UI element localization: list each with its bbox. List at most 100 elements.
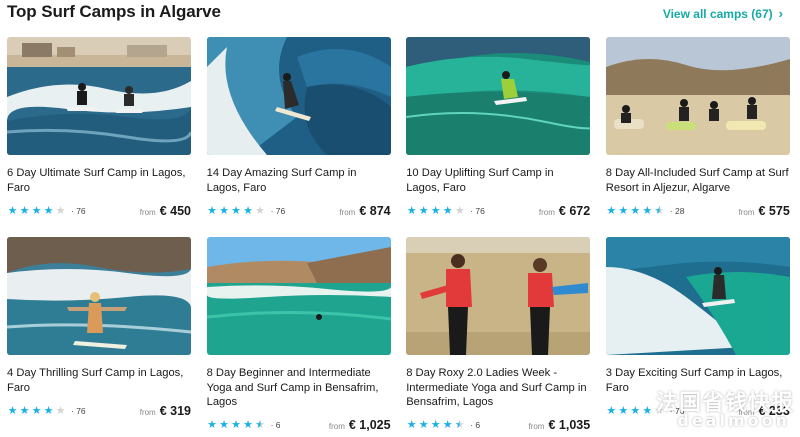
price: € 672 [558,204,591,218]
star-icon: ★ [243,418,254,431]
star-icon: ★ [430,418,441,431]
star-icon: ★ [406,418,417,431]
camp-title[interactable]: 8 Day All-Included Surf Camp at Surf Res… [606,166,790,195]
surf-photo-image [605,37,790,155]
star-icon: ★ [55,204,66,217]
star-icon: ★ [642,204,653,217]
star-icon: ★ [654,204,665,217]
star-icon: ★ [255,418,266,431]
camp-photo[interactable] [7,237,191,355]
camp-meta: ★ ★ ★ ★ ★ · 76 from € 319 [7,404,191,418]
surf-photo-image [406,237,591,355]
camp-title[interactable]: 8 Day Roxy 2.0 Ladies Week - Intermediat… [406,366,590,410]
star-icon: ★ [219,418,230,431]
surf-photo-image [7,237,191,355]
camp-card[interactable]: 14 Day Amazing Surf Camp in Lagos, Faro … [206,37,391,219]
star-icon: ★ [442,204,453,217]
price-from-label: from [538,208,555,217]
review-count: · 76 [71,206,86,216]
section-header: Top Surf Camps in Algarve View all camps… [7,0,793,28]
star-icon: ★ [43,404,54,417]
camp-photo[interactable] [406,237,591,355]
price-from-label: from [139,408,156,417]
camp-title[interactable]: 10 Day Uplifting Surf Camp in Lagos, Far… [406,166,590,195]
camp-card[interactable]: 8 Day All-Included Surf Camp at Surf Res… [605,37,790,219]
camp-title[interactable]: 8 Day Beginner and Intermediate Yoga and… [207,366,391,410]
price: € 874 [359,204,391,218]
page-title: Top Surf Camps in Algarve [7,2,221,21]
view-all-camps-link[interactable]: View all camps (67) › [663,6,783,21]
camp-photo[interactable] [7,37,191,155]
star-icon: ★ [454,204,465,217]
star-icon: ★ [7,204,18,217]
star-icon: ★ [55,404,66,417]
star-icon: ★ [606,404,617,417]
price-block: from € 672 [539,204,590,218]
star-icon: ★ [219,204,230,217]
camp-card[interactable]: 8 Day Beginner and Intermediate Yoga and… [206,237,391,432]
rating-stars: ★ ★ ★ ★ ★ [7,404,66,417]
review-count: · 76 [470,206,485,216]
price-block: from € 450 [140,204,191,218]
camp-photo[interactable] [605,237,790,355]
star-icon: ★ [630,404,641,417]
camp-meta: ★ ★ ★ ★ ★ · 28 from € 575 [606,204,790,218]
surf-photo-image [7,37,191,155]
rating-stars: ★ ★ ★ ★ ★ [406,204,465,217]
star-icon: ★ [231,204,242,217]
price: € 319 [159,404,191,418]
star-icon: ★ [19,404,30,417]
price-block: from € 1,025 [329,418,391,432]
price: € 1,035 [548,418,591,432]
camp-meta: ★ ★ ★ ★ ★ · 6 from € 1,035 [406,418,590,432]
camp-title[interactable]: 6 Day Ultimate Surf Camp in Lagos, Faro [7,166,191,195]
star-icon: ★ [418,418,429,431]
star-icon: ★ [418,204,429,217]
star-icon: ★ [454,418,465,431]
camp-meta: ★ ★ ★ ★ ★ · 76 from € 874 [207,204,390,218]
star-icon: ★ [19,204,30,217]
camp-photo[interactable] [406,37,591,155]
review-count: · 76 [71,406,86,416]
price: € 575 [758,204,790,218]
rating-stars: ★ ★ ★ ★ ★ [606,204,665,217]
camp-title[interactable]: 4 Day Thrilling Surf Camp in Lagos, Faro [7,366,191,395]
review-count: · 6 [270,420,281,430]
camp-card[interactable]: 8 Day Roxy 2.0 Ladies Week - Intermediat… [406,237,591,432]
price-from-label: from [528,422,545,431]
rating-stars: ★ ★ ★ ★ ★ [207,204,266,217]
star-icon: ★ [618,204,629,217]
price-from-label: from [339,208,356,217]
camp-meta: ★ ★ ★ ★ ★ · 76 from € 450 [7,204,191,218]
price-block: from € 319 [140,404,191,418]
review-count: · 6 [470,420,481,430]
rating-stars: ★ ★ ★ ★ ★ [406,418,465,431]
price-block: from € 874 [339,204,390,218]
dealmoon-watermark: 法国省钱快报 dealmoon [646,385,794,431]
star-icon: ★ [207,204,218,217]
camp-card[interactable]: 4 Day Thrilling Surf Camp in Lagos, Faro… [7,237,191,419]
price-block: from € 575 [739,204,790,218]
star-icon: ★ [606,204,617,217]
star-icon: ★ [43,204,54,217]
review-count: · 28 [669,206,685,216]
camp-photo[interactable] [206,37,391,155]
camp-grid: 6 Day Ultimate Surf Camp in Lagos, Faro … [7,37,790,432]
camp-title[interactable]: 14 Day Amazing Surf Camp in Lagos, Faro [207,166,391,195]
review-count: · 76 [270,206,286,216]
camp-card[interactable]: 10 Day Uplifting Surf Camp in Lagos, Far… [406,37,591,219]
star-icon: ★ [618,404,629,417]
price-block: from € 1,035 [528,418,590,432]
star-icon: ★ [231,418,242,431]
star-icon: ★ [406,204,417,217]
star-icon: ★ [442,418,453,431]
star-icon: ★ [207,418,218,431]
rating-stars: ★ ★ ★ ★ ★ [207,418,266,431]
price: € 1,025 [348,418,391,432]
camp-photo[interactable] [206,237,391,355]
surf-photo-image [406,37,591,155]
star-icon: ★ [31,404,42,417]
camp-card[interactable]: 6 Day Ultimate Surf Camp in Lagos, Faro … [7,37,191,219]
price-from-label: from [738,208,755,217]
camp-photo[interactable] [605,37,790,155]
